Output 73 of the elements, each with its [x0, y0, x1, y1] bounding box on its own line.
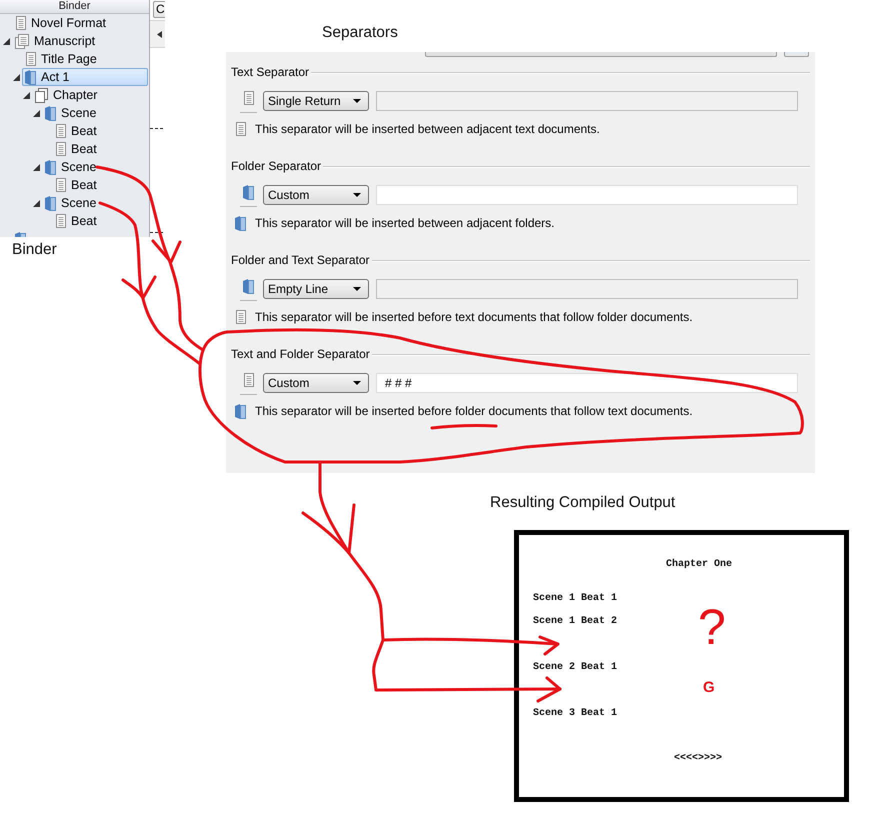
stacked-pages-icon: [15, 34, 29, 48]
expanded-triangle-icon[interactable]: [33, 110, 40, 116]
folder-icon: [45, 106, 56, 120]
caret-icon: [353, 287, 361, 291]
double-page-icon: [35, 88, 48, 102]
caret-icon: [353, 99, 361, 103]
hint-text: This separator will be inserted before folder documents that follow text documents.: [255, 403, 693, 419]
caret-icon: [353, 193, 361, 197]
tree-item[interactable]: Beat: [52, 212, 148, 230]
document-icon: [235, 122, 246, 136]
text-field[interactable]: [376, 91, 798, 111]
triangle-icon[interactable]: [157, 30, 162, 38]
group-title: Text and Folder Separator: [230, 346, 370, 362]
caption: Binder: [12, 241, 57, 259]
tree-item[interactable]: Scene: [42, 104, 148, 122]
dropdown[interactable]: Empty Line: [263, 279, 369, 299]
handwritten-letter: G: [703, 680, 715, 696]
group-title: Folder and Text Separator: [230, 252, 370, 268]
hint-text: This separator will be inserted before text documents that follow folder documents.: [255, 309, 693, 325]
tree-item[interactable]: Beat: [52, 122, 148, 140]
folder-icon: [25, 70, 36, 84]
text-field[interactable]: # # #: [376, 373, 798, 393]
document-icon: [55, 124, 66, 138]
tree-item[interactable]: Chapter: [32, 86, 148, 104]
dropdown[interactable]: Custom: [263, 185, 369, 205]
tree-item[interactable]: Title Page: [22, 50, 148, 68]
document-icon: [55, 178, 66, 192]
text-field[interactable]: [376, 279, 798, 299]
body-text-line: Scene 2 Beat 1: [533, 662, 618, 674]
folder-icon: [243, 185, 254, 200]
document-icon: [243, 373, 254, 387]
tree-item[interactable]: Act 1: [22, 68, 148, 86]
text-field[interactable]: [376, 185, 798, 205]
tree-item[interactable]: Novel Format: [12, 14, 148, 32]
dropdown[interactable]: Single Return: [263, 91, 369, 111]
hand-drawn-underline: [430, 424, 498, 430]
hint-text: This separator will be inserted between adjacent folders.: [255, 215, 554, 231]
tree-item[interactable]: Beat: [52, 140, 148, 158]
tree-item[interactable]: Manuscript: [12, 32, 148, 50]
document-icon: [235, 310, 246, 324]
caret-icon: [353, 381, 361, 385]
tree-item[interactable]: Scene: [42, 194, 148, 212]
caption: Resulting Compiled Output: [490, 494, 676, 512]
chapter-heading: Chapter One: [666, 559, 732, 571]
body-text-line: Scene 1 Beat 2: [533, 616, 618, 628]
end-marker: <<<<>>>>: [674, 753, 722, 765]
expanded-triangle-icon[interactable]: [33, 200, 40, 206]
handwritten-question-mark: ?: [698, 598, 726, 656]
folder-icon: [45, 196, 56, 210]
hint-text: This separator will be inserted between adjacent text documents.: [255, 121, 600, 137]
expanded-triangle-icon[interactable]: [33, 164, 40, 170]
document-icon: [55, 214, 66, 228]
body-text-line: Scene 3 Beat 1: [533, 708, 618, 720]
tree-item[interactable]: Scene: [42, 158, 148, 176]
toolbar-button[interactable]: C: [153, 1, 165, 18]
folder-icon: [243, 279, 254, 294]
body-text-line: Scene 1 Beat 1: [533, 593, 618, 605]
folder-icon: [45, 160, 56, 174]
tree-item[interactable]: Beat: [52, 176, 148, 194]
dropdown[interactable]: Custom: [263, 373, 369, 393]
document-icon: [15, 16, 26, 30]
group-title: Text Separator: [230, 64, 310, 80]
expanded-triangle-icon[interactable]: [13, 74, 20, 80]
group-title: Folder Separator: [230, 158, 322, 174]
document-icon: [55, 142, 66, 156]
panel-header: Binder: [0, 0, 149, 14]
expanded-triangle-icon[interactable]: [23, 92, 30, 98]
expanded-triangle-icon[interactable]: [3, 38, 10, 44]
folder-icon: [235, 216, 246, 230]
folder-icon: [235, 404, 246, 418]
caption: Separators: [322, 24, 398, 42]
document-icon: [25, 52, 36, 66]
document-icon: [243, 91, 254, 105]
